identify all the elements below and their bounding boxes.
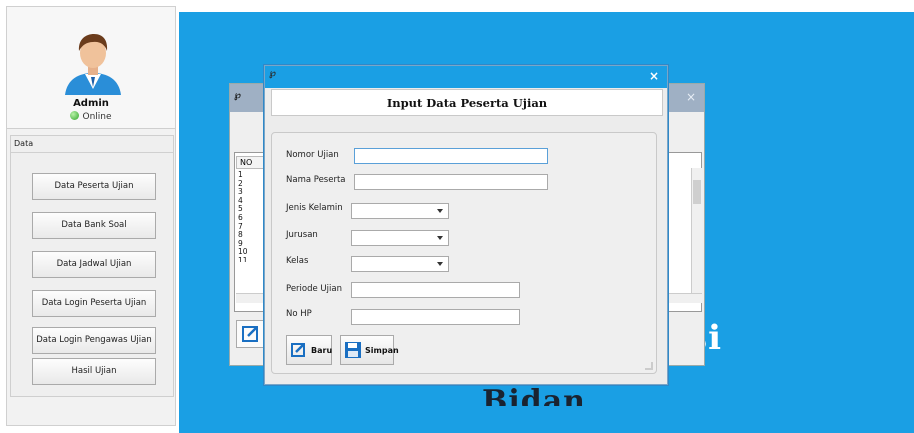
periode-ujian-label: Periode Ujian bbox=[286, 284, 342, 294]
kelas-label: Kelas bbox=[286, 256, 309, 266]
baru-button[interactable]: Baru bbox=[286, 335, 332, 365]
data-jadwal-ujian-button[interactable]: Data Jadwal Ujian bbox=[32, 251, 156, 278]
data-peserta-ujian-button[interactable]: Data Peserta Ujian bbox=[32, 173, 156, 200]
dialog-heading: Input Data Peserta Ujian bbox=[386, 96, 548, 110]
user-name: Admin bbox=[73, 98, 109, 109]
periode-ujian-input[interactable] bbox=[351, 282, 520, 298]
hasil-ujian-button[interactable]: Hasil Ujian bbox=[32, 358, 156, 385]
app-logo-icon: ℘ bbox=[269, 68, 276, 79]
data-panel: Data Data Peserta Ujian Data Bank Soal D… bbox=[10, 135, 174, 397]
input-peserta-dialog: ℘ × Input Data Peserta Ujian Nomor Ujian… bbox=[264, 65, 668, 385]
nomor-ujian-input[interactable] bbox=[354, 148, 548, 164]
jenis-kelamin-value bbox=[352, 212, 355, 221]
form-panel: Nomor Ujian Nama Peserta Jenis Kelamin J… bbox=[271, 132, 657, 374]
table-row[interactable]: 10 bbox=[238, 248, 248, 257]
simpan-label: Simpan bbox=[365, 346, 399, 355]
data-bank-soal-button[interactable]: Data Bank Soal bbox=[32, 212, 156, 239]
save-icon bbox=[345, 342, 361, 358]
profile-panel: Admin Online bbox=[7, 7, 175, 129]
nama-peserta-label: Nama Peserta bbox=[286, 175, 346, 185]
data-login-peserta-ujian-button[interactable]: Data Login Peserta Ujian bbox=[32, 290, 156, 317]
admin-avatar-icon bbox=[65, 34, 121, 95]
chevron-down-icon bbox=[437, 236, 443, 240]
dialog-heading-box: Input Data Peserta Ujian bbox=[271, 89, 663, 116]
status-label: Online bbox=[82, 112, 112, 122]
baru-label: Baru bbox=[311, 346, 333, 355]
edit-icon bbox=[242, 326, 258, 342]
table-row[interactable]: 11 bbox=[238, 257, 248, 262]
no-hp-label: No HP bbox=[286, 309, 312, 319]
chevron-down-icon bbox=[437, 262, 443, 266]
column-header-no[interactable]: NO bbox=[236, 156, 264, 169]
sidebar: Admin Online Data Data Peserta Ujian Dat… bbox=[6, 6, 176, 426]
jurusan-label: Jurusan bbox=[286, 230, 318, 240]
app-logo-icon: ℘ bbox=[234, 90, 241, 101]
vertical-scrollbar[interactable] bbox=[691, 168, 702, 293]
jurusan-select[interactable] bbox=[351, 230, 449, 246]
no-hp-input[interactable] bbox=[351, 309, 520, 325]
nomor-ujian-label: Nomor Ujian bbox=[286, 150, 339, 160]
status-row: Online bbox=[7, 111, 175, 122]
close-icon[interactable]: × bbox=[686, 90, 696, 104]
chevron-down-icon bbox=[437, 209, 443, 213]
online-status-icon bbox=[70, 111, 80, 120]
kelas-value bbox=[352, 265, 355, 274]
edit-button[interactable] bbox=[236, 320, 264, 348]
new-edit-icon bbox=[291, 343, 305, 357]
data-login-pengawas-ujian-button[interactable]: Data Login Pengawas Ujian bbox=[32, 327, 156, 354]
data-panel-title: Data bbox=[14, 139, 34, 148]
close-icon[interactable]: × bbox=[649, 69, 659, 83]
scrollbar-thumb[interactable] bbox=[693, 180, 701, 204]
jenis-kelamin-select[interactable] bbox=[351, 203, 449, 219]
jenis-kelamin-label: Jenis Kelamin bbox=[286, 203, 343, 213]
simpan-button[interactable]: Simpan bbox=[340, 335, 399, 365]
jurusan-value bbox=[352, 239, 355, 248]
kelas-select[interactable] bbox=[351, 256, 449, 272]
table-row-numbers: 1 2 3 4 5 6 7 8 9 10 11 bbox=[238, 170, 248, 262]
divider bbox=[11, 152, 173, 153]
dialog-titlebar: ℘ × bbox=[265, 66, 667, 88]
resize-grip[interactable] bbox=[645, 362, 653, 370]
nama-peserta-input[interactable] bbox=[354, 174, 548, 190]
